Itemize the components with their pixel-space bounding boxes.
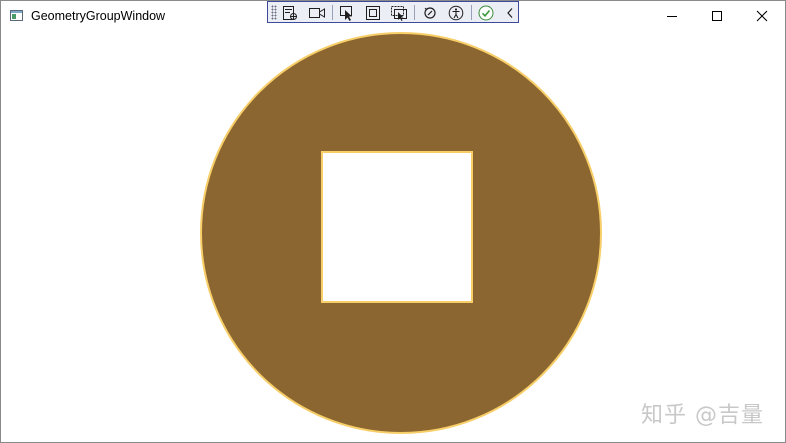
watermark-text: 知乎 @吉量: [641, 403, 764, 428]
hot-reload-button[interactable]: [421, 4, 439, 21]
toolbar-separator: [332, 5, 333, 20]
maximize-icon: [712, 11, 722, 21]
binding-status-button[interactable]: [477, 4, 495, 21]
select-cursor-icon: [340, 5, 352, 21]
xaml-runtime-toolbar: [267, 1, 519, 23]
minimize-icon: [667, 16, 677, 17]
toolbar-grip[interactable]: [271, 5, 277, 20]
toolbar-separator: [471, 5, 472, 20]
track-focus-button[interactable]: [390, 4, 408, 21]
live-visual-tree-button[interactable]: [281, 4, 299, 21]
close-button[interactable]: [739, 1, 785, 31]
window-app-icon: [10, 10, 23, 21]
minimize-button[interactable]: [649, 1, 695, 31]
select-element-button[interactable]: [338, 4, 356, 21]
hot-reload-icon: [424, 6, 436, 19]
collapse-toolbar-button[interactable]: [501, 4, 519, 21]
close-icon: [756, 10, 768, 22]
live-preview-button[interactable]: [308, 4, 326, 21]
window-title: GeometryGroupWindow: [31, 9, 166, 23]
app-window: GeometryGroupWindow 知乎 @吉量: [0, 0, 786, 443]
layout-adorners-button[interactable]: [364, 4, 382, 21]
chevron-left-icon: [507, 7, 513, 18]
live-visual-tree-icon: [283, 5, 297, 20]
toolbar-separator: [414, 5, 415, 20]
layout-adorner-icon: [366, 5, 380, 20]
maximize-button[interactable]: [694, 1, 740, 31]
accessibility-button[interactable]: [447, 4, 465, 21]
geometry-group-shape: [199, 32, 603, 434]
accessibility-icon: [448, 5, 464, 20]
check-circle-icon: [478, 5, 494, 20]
track-focus-icon: [391, 5, 407, 21]
video-camera-icon: [309, 7, 325, 18]
geometry-canvas: [199, 32, 603, 434]
